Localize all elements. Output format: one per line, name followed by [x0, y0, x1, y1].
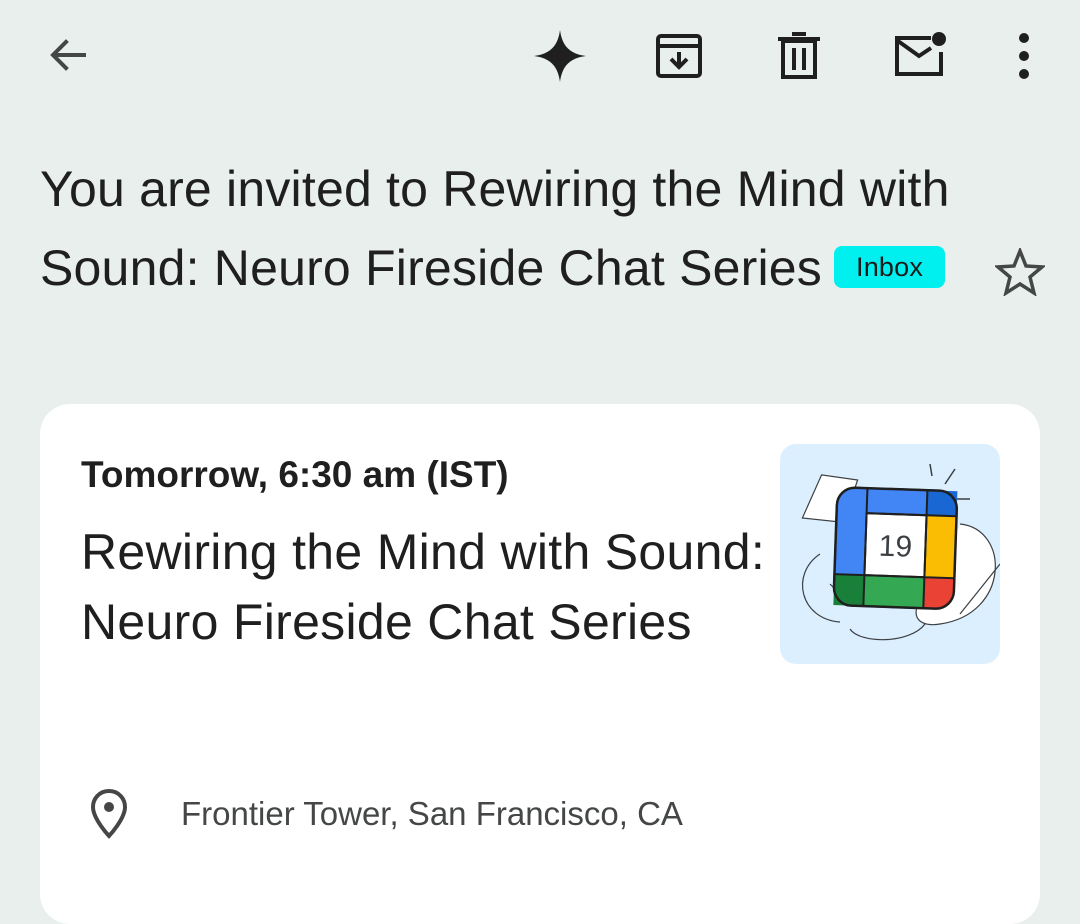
more-options-button[interactable]: [988, 20, 1060, 92]
calendar-icon: 19: [801, 463, 1000, 641]
trash-icon: [778, 32, 820, 79]
archive-button[interactable]: [643, 20, 715, 92]
more-vert-icon: [1019, 33, 1029, 79]
event-location-row[interactable]: Frontier Tower, San Francisco, CA: [81, 784, 683, 844]
subject-text: You are invited to Rewiring the Mind wit…: [40, 161, 950, 296]
star-outline-icon: [995, 248, 1045, 296]
event-location: Frontier Tower, San Francisco, CA: [181, 795, 683, 832]
gemini-button[interactable]: [524, 20, 596, 92]
google-calendar-illustration: 19: [780, 444, 1000, 664]
event-title: Rewiring the Mind with Sound: Neuro Fire…: [81, 524, 766, 650]
top-toolbar: [0, 0, 1080, 112]
email-subject: You are invited to Rewiring the Mind wit…: [40, 150, 960, 308]
delete-button[interactable]: [763, 20, 835, 92]
mark-unread-button[interactable]: [883, 19, 955, 91]
archive-icon: [656, 34, 702, 78]
calendar-day-number: 19: [878, 530, 913, 564]
location-pin-icon: [81, 788, 137, 840]
event-card[interactable]: Tomorrow, 6:30 am (IST) Rewiring the Min…: [40, 404, 1040, 924]
event-time: Tomorrow, 6:30 am (IST): [81, 454, 509, 495]
gemini-sparkle-icon: [534, 30, 586, 82]
inbox-label-badge[interactable]: Inbox: [834, 245, 946, 288]
star-button[interactable]: [984, 236, 1056, 308]
back-button[interactable]: [32, 19, 104, 91]
mark-unread-icon: [895, 32, 946, 76]
back-arrow-icon: [50, 39, 86, 71]
